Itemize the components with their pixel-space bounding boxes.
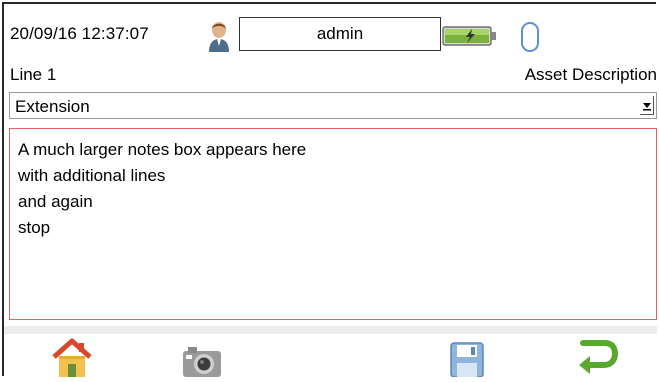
save-button[interactable]: [445, 337, 489, 378]
note-line: with additional lines: [18, 166, 166, 185]
home-button[interactable]: [50, 337, 94, 377]
save-icon: [445, 337, 489, 382]
camera-button[interactable]: [180, 337, 224, 377]
chevron-down-icon[interactable]: [640, 96, 654, 115]
select-value: Extension: [15, 97, 90, 116]
home-icon: [50, 337, 94, 382]
status-pill-icon: [519, 21, 541, 53]
note-line: and again: [18, 192, 93, 211]
footer-toolbar: [0, 334, 659, 378]
asset-description-select[interactable]: Extension: [9, 92, 657, 119]
return-icon: [575, 337, 619, 382]
username-field[interactable]: admin: [239, 17, 441, 51]
note-line: stop: [18, 218, 51, 237]
datetime: 20/09/16 12:37:07: [10, 24, 149, 43]
return-button[interactable]: [575, 337, 619, 377]
header-bar: 20/09/16 12:37:07 admin: [4, 4, 657, 62]
notes-textarea[interactable]: A much larger notes box appears here wit…: [9, 128, 657, 320]
asset-description-label: Asset Description: [524, 65, 657, 84]
camera-icon: [180, 337, 224, 382]
battery-charging-icon: [442, 25, 498, 47]
user-avatar-icon: [204, 19, 234, 53]
username-text: admin: [316, 24, 364, 43]
line-label: Line 1: [10, 65, 57, 84]
footer-divider: [4, 326, 657, 334]
note-line: A much larger notes box appears here: [18, 140, 307, 159]
